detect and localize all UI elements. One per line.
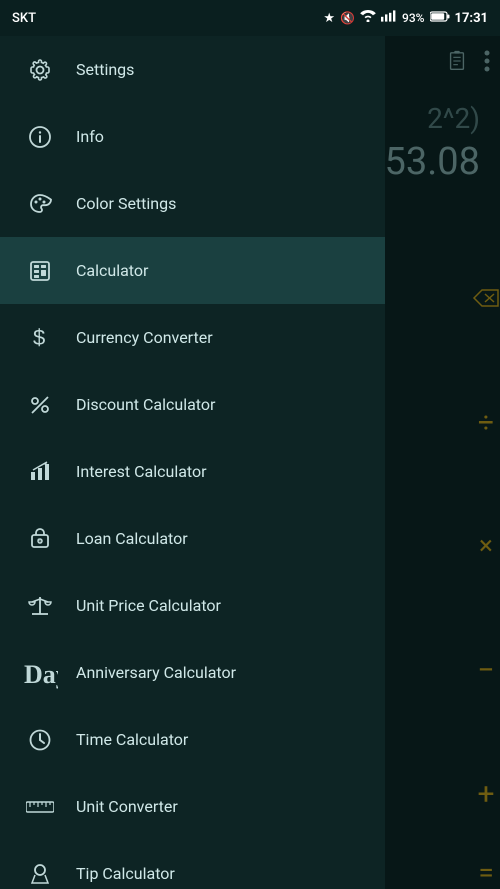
battery-label: 93% — [402, 11, 424, 25]
sidebar-item-interest-calculator[interactable]: Interest Calculator — [0, 438, 385, 505]
sidebar-item-label: Unit Converter — [76, 797, 178, 816]
ruler-icon — [18, 785, 62, 829]
sidebar-item-unit-converter[interactable]: Unit Converter — [0, 773, 385, 840]
sidebar-item-label: Discount Calculator — [76, 395, 215, 414]
sidebar-item-unit-price-calculator[interactable]: Unit Price Calculator — [0, 572, 385, 639]
sidebar-item-time-calculator[interactable]: Time Calculator — [0, 706, 385, 773]
sidebar-item-tip-calculator[interactable]: Tip Calculator — [0, 840, 385, 889]
sidebar-item-label: Info — [76, 127, 104, 146]
bluetooth-icon: ★ — [323, 11, 335, 26]
sidebar-item-label: Loan Calculator — [76, 529, 188, 548]
sidebar-item-anniversary-calculator[interactable]: Day Anniversary Calculator — [0, 639, 385, 706]
status-bar-right: ★ 🔇 93% 17:31 — [323, 10, 488, 26]
sidebar-item-settings[interactable]: Settings — [0, 36, 385, 103]
sidebar-item-calculator[interactable]: Calculator — [0, 237, 385, 304]
loan-icon: % — [18, 517, 62, 561]
sidebar-item-label: Tip Calculator — [76, 864, 175, 883]
sidebar-item-label: Settings — [76, 60, 134, 79]
sidebar-item-label: Time Calculator — [76, 730, 188, 749]
day-icon: Day — [18, 651, 62, 695]
dollar-icon: $ — [18, 316, 62, 360]
battery-icon — [430, 11, 450, 25]
scale-icon — [18, 584, 62, 628]
signal-icon — [381, 10, 397, 26]
time-label: 17:31 — [455, 11, 489, 26]
sidebar-item-label: Unit Price Calculator — [76, 596, 221, 615]
gear-icon — [18, 48, 62, 92]
sidebar-item-info[interactable]: Info — [0, 103, 385, 170]
status-bar: SKT ★ 🔇 93% 17:31 — [0, 0, 500, 36]
info-icon — [18, 115, 62, 159]
calc-icon — [18, 249, 62, 293]
sidebar-item-currency-converter[interactable]: $ Currency Converter — [0, 304, 385, 371]
sidebar-item-label: Color Settings — [76, 194, 176, 213]
percent-icon — [18, 383, 62, 427]
svg-text:Day: Day — [24, 660, 58, 689]
sidebar-item-discount-calculator[interactable]: Discount Calculator — [0, 371, 385, 438]
interest-icon — [18, 450, 62, 494]
svg-text:%: % — [38, 538, 43, 544]
carrier-label: SKT — [12, 11, 36, 26]
navigation-menu: Settings Info Color Settings Calculator $ Cur… — [0, 36, 385, 889]
svg-text:$: $ — [33, 326, 45, 350]
sidebar-item-label: Anniversary Calculator — [76, 663, 236, 682]
menu-backdrop[interactable] — [385, 36, 500, 889]
wifi-icon — [360, 10, 376, 26]
palette-icon — [18, 182, 62, 226]
clock-icon — [18, 718, 62, 762]
sidebar-item-label: Interest Calculator — [76, 462, 207, 481]
sidebar-item-color-settings[interactable]: Color Settings — [0, 170, 385, 237]
mute-icon: 🔇 — [340, 11, 355, 25]
sidebar-item-label: Currency Converter — [76, 328, 213, 347]
tip-icon — [18, 852, 62, 889]
sidebar-item-label: Calculator — [76, 261, 148, 280]
sidebar-item-loan-calculator[interactable]: % Loan Calculator — [0, 505, 385, 572]
